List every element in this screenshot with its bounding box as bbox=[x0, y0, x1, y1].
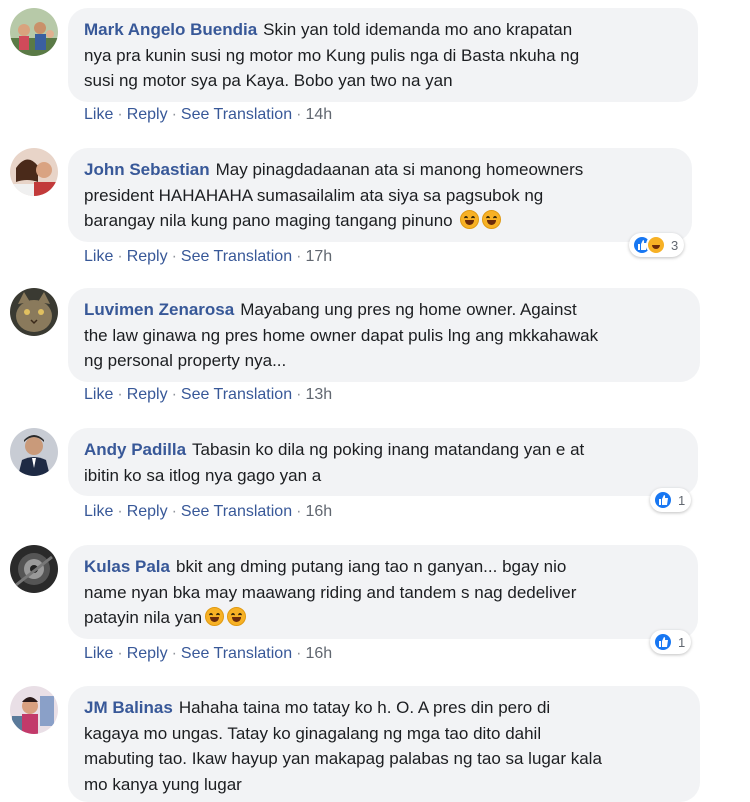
laughing-emoji-icon bbox=[460, 210, 480, 229]
separator: · bbox=[171, 106, 177, 123]
comment-author[interactable]: Kulas Pala bbox=[84, 557, 170, 576]
separator: · bbox=[117, 106, 123, 123]
like-link[interactable]: Like bbox=[84, 503, 113, 520]
comment-bubble: John Sebastian May pinagdadaanan ata si m… bbox=[68, 148, 692, 242]
avatar[interactable] bbox=[10, 686, 58, 734]
like-link[interactable]: Like bbox=[84, 386, 113, 403]
see-translation-link[interactable]: See Translation bbox=[181, 386, 292, 403]
like-link[interactable]: Like bbox=[84, 645, 113, 662]
reply-link[interactable]: Reply bbox=[127, 503, 168, 520]
separator: · bbox=[171, 248, 177, 265]
comment-text-line: Tabasin ko dila ng poking inang matandan… bbox=[192, 440, 585, 459]
separator: · bbox=[117, 248, 123, 265]
avatar-photo bbox=[10, 545, 58, 593]
like-link[interactable]: Like bbox=[84, 248, 113, 265]
comment-author[interactable]: Mark Angelo Buendia bbox=[84, 20, 257, 39]
reaction-summary[interactable]: 1 bbox=[650, 630, 692, 654]
comment-bubble: Andy Padilla Tabasin ko dila ng poking in… bbox=[68, 428, 698, 496]
reply-link[interactable]: Reply bbox=[127, 386, 168, 403]
timestamp[interactable]: 16h bbox=[305, 503, 332, 520]
comment-text-line: bkit ang dming putang iang tao n ganyan.… bbox=[176, 557, 567, 576]
comment-author[interactable]: JM Balinas bbox=[84, 698, 173, 717]
see-translation-link[interactable]: See Translation bbox=[181, 645, 292, 662]
reply-link[interactable]: Reply bbox=[127, 645, 168, 662]
like-link[interactable]: Like bbox=[84, 106, 113, 123]
reaction-count: 1 bbox=[678, 492, 686, 508]
comment-bubble: JM Balinas Hahaha taina mo tatay ko h. O.… bbox=[68, 686, 700, 802]
comment-text-line: Mayabang ung pres ng home owner. Against bbox=[240, 300, 577, 319]
avatar-photo bbox=[10, 8, 58, 56]
avatar-photo bbox=[10, 686, 58, 734]
timestamp[interactable]: 14h bbox=[305, 106, 332, 123]
avatar[interactable] bbox=[10, 545, 58, 593]
reply-link[interactable]: Reply bbox=[127, 248, 168, 265]
reaction-count: 3 bbox=[671, 237, 679, 253]
comment-text-line: May pinagdadaanan ata si manong homeowne… bbox=[215, 160, 584, 179]
comment-text-line: president HAHAHAHA sumasailalim ata siya… bbox=[84, 185, 544, 205]
comment-author[interactable]: Luvimen Zenarosa bbox=[84, 300, 234, 319]
comment-actions: Like · Reply · See Translation · 16h bbox=[84, 645, 332, 663]
see-translation-link[interactable]: See Translation bbox=[181, 106, 292, 123]
comment-text-line: ibitin ko sa itlog nya gago yan a bbox=[84, 465, 322, 485]
comment-text-line: susi ng motor sya pa Kaya. Bobo yan two … bbox=[84, 71, 453, 90]
comment-author[interactable]: John Sebastian bbox=[84, 160, 210, 179]
separator: · bbox=[296, 106, 302, 123]
separator: · bbox=[296, 248, 302, 265]
separator: · bbox=[117, 503, 123, 520]
reaction-summary[interactable]: 3 bbox=[629, 233, 685, 257]
avatar[interactable] bbox=[10, 148, 58, 196]
reaction-summary[interactable]: 1 bbox=[650, 488, 692, 512]
comment-bubble: Luvimen Zenarosa Mayabang ung pres ng hom… bbox=[68, 288, 700, 382]
avatar[interactable] bbox=[10, 288, 58, 336]
comment-text-line: mo kanya yung lugar bbox=[84, 774, 242, 794]
separator: · bbox=[117, 645, 123, 662]
timestamp[interactable]: 13h bbox=[305, 386, 332, 403]
avatar-photo bbox=[10, 288, 58, 336]
avatar-photo bbox=[10, 148, 58, 196]
separator: · bbox=[171, 645, 177, 662]
comment-bubble: Kulas Pala bkit ang dming putang iang tao… bbox=[68, 545, 698, 639]
reaction-count: 1 bbox=[678, 634, 686, 650]
comment-text-line: nya pra kunin susi ng motor mo Kung puli… bbox=[84, 45, 580, 65]
comment-text-line: ng personal property nya... bbox=[84, 351, 287, 370]
comment-actions: Like · Reply · See Translation · 14h bbox=[84, 106, 332, 124]
separator: · bbox=[296, 503, 302, 520]
comment-text-line: patayin nila yan bbox=[84, 608, 203, 627]
comment-text-line: name nyan bka may maawang riding and tan… bbox=[84, 582, 577, 602]
see-translation-link[interactable]: See Translation bbox=[181, 503, 292, 520]
timestamp[interactable]: 16h bbox=[305, 645, 332, 662]
comment-bubble: Mark Angelo Buendia Skin yan told idemand… bbox=[68, 8, 698, 102]
comment-text-line: kagaya mo ungas. Tatay ko ginagalang ng … bbox=[84, 723, 542, 743]
avatar-photo bbox=[10, 428, 58, 476]
separator: · bbox=[296, 386, 302, 403]
comment-actions: Like · Reply · See Translation · 16h bbox=[84, 503, 332, 521]
comment-text-line: mabuting tao. Ikaw hayup yan makapag pal… bbox=[84, 749, 602, 768]
avatar[interactable] bbox=[10, 8, 58, 56]
separator: · bbox=[171, 503, 177, 520]
avatar[interactable] bbox=[10, 428, 58, 476]
separator: · bbox=[296, 645, 302, 662]
reply-link[interactable]: Reply bbox=[127, 106, 168, 123]
comment-actions: Like · Reply · See Translation · 13h bbox=[84, 386, 332, 404]
comment-text-line: Skin yan told idemanda mo ano krapatan bbox=[263, 20, 573, 39]
laughing-emoji-icon bbox=[205, 607, 225, 626]
see-translation-link[interactable]: See Translation bbox=[181, 248, 292, 265]
laughing-emoji-icon bbox=[482, 210, 502, 229]
haha-reaction-icon bbox=[646, 235, 666, 255]
separator: · bbox=[171, 386, 177, 403]
like-reaction-icon bbox=[653, 490, 673, 510]
like-reaction-icon bbox=[653, 632, 673, 652]
comment-text-line: the law ginawa ng pres home owner dapat … bbox=[84, 325, 599, 345]
comment-text-line: Hahaha taina mo tatay ko h. O. A pres di… bbox=[178, 698, 551, 717]
separator: · bbox=[117, 386, 123, 403]
comment-actions: Like · Reply · See Translation · 17h bbox=[84, 248, 332, 266]
timestamp[interactable]: 17h bbox=[305, 248, 332, 265]
comment-author[interactable]: Andy Padilla bbox=[84, 440, 186, 459]
comment-text-line: barangay nila kung pano maging tangang p… bbox=[84, 211, 453, 230]
laughing-emoji-icon bbox=[227, 607, 247, 626]
